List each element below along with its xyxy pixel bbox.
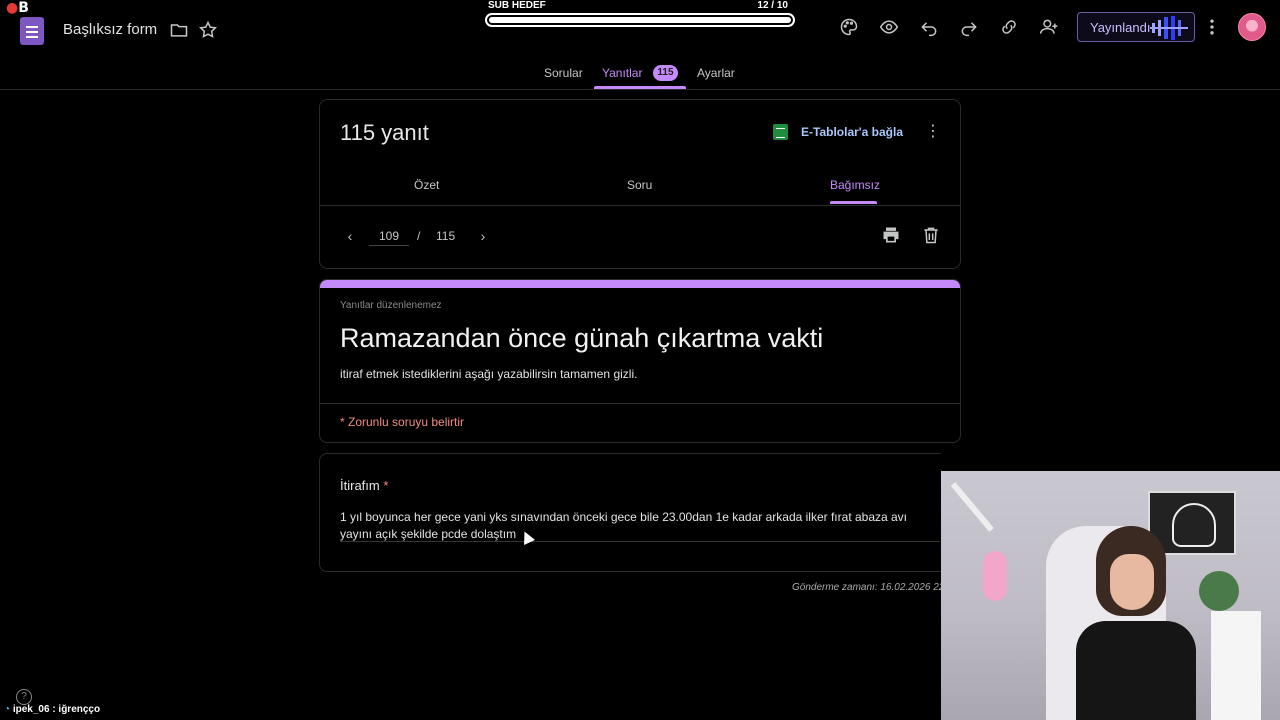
publish-label: Yayınlandı (1090, 20, 1151, 35)
form-description: itiraf etmek istediklerini aşağı yazabil… (340, 367, 638, 381)
help-icon[interactable]: ? (16, 689, 32, 705)
microphone (983, 551, 1007, 601)
sub-goal-widget: SUB HEDEF 12 / 10 (484, 0, 796, 30)
form-tabs: Sorular Yanıtlar 115 Ayarlar (0, 62, 1280, 90)
chat-username: ipek_06 (12, 704, 50, 715)
shelf (1211, 611, 1261, 720)
responses-count-title: 115 yanıt (340, 120, 429, 145)
chevron-right-icon[interactable]: › (473, 226, 493, 246)
chevron-left-icon[interactable]: ‹ (340, 226, 360, 246)
sub-goal-label: SUB HEDEF (488, 0, 546, 11)
forms-app-icon[interactable] (20, 17, 44, 45)
responses-summary-card: 115 yanıt E-Tablolar'a bağla ⋮ Özet Soru… (319, 99, 961, 269)
trash-icon[interactable] (919, 223, 943, 247)
link-to-sheets-button[interactable]: E-Tablolar'a bağla (801, 125, 903, 139)
stream-overlay-logo: ●B (6, 0, 29, 16)
pager-separator: / (417, 229, 421, 243)
sheets-icon[interactable] (773, 124, 788, 140)
webcam-overlay (941, 471, 1280, 720)
streamer (1056, 526, 1216, 720)
sub-goal-progress-bar (485, 13, 795, 27)
more-vert-icon[interactable] (1200, 15, 1224, 39)
form-header-card: Yanıtlar düzenlenemez Ramazandan önce gü… (319, 279, 961, 443)
subtab-individual[interactable]: Bağımsız (830, 178, 880, 192)
responses-not-editable-note: Yanıtlar düzenlenemez (340, 300, 442, 311)
link-icon[interactable] (997, 15, 1021, 39)
form-heading: Ramazandan önce günah çıkartma vakti (340, 323, 824, 353)
undo-icon[interactable] (917, 15, 941, 39)
chat-message: ◔ ipek_06 : iğrençço (4, 704, 100, 715)
mic-arm (950, 482, 994, 532)
active-subtab-indicator (830, 201, 877, 204)
required-question-note: * Zorunlu soruyu belirtir (340, 415, 465, 429)
sub-goal-count: 12 / 10 (757, 0, 788, 11)
add-person-icon[interactable] (1037, 15, 1061, 39)
submission-time: Gönderme zamanı: 16.02.2026 22: (792, 582, 948, 593)
form-title[interactable]: Başlıksız form (63, 21, 157, 38)
plant (1199, 571, 1239, 611)
divider (320, 403, 960, 404)
question-label: İtirafım * (340, 478, 389, 493)
active-tab-indicator (594, 86, 686, 89)
top-bar: ●B Başlıksız form SUB HEDEF 12 / 10 Yayı… (0, 0, 1280, 90)
response-total: 115 (436, 229, 456, 243)
required-star: * (383, 478, 389, 493)
tab-questions[interactable]: Sorular (544, 66, 583, 80)
eye-icon[interactable] (877, 15, 901, 39)
publish-button[interactable]: Yayınlandı (1077, 12, 1195, 42)
form-accent-bar (320, 280, 960, 288)
question-answer: 1 yıl boyunca her gece yani yks sınavınd… (340, 510, 908, 541)
subtab-summary[interactable]: Özet (414, 178, 439, 192)
tab-responses[interactable]: Yanıtlar (602, 66, 642, 80)
star-icon[interactable] (196, 18, 220, 42)
equalizer-icon (1150, 16, 1188, 40)
tab-settings[interactable]: Ayarlar (697, 66, 735, 80)
subtab-question[interactable]: Soru (627, 178, 652, 192)
response-index-input[interactable]: 109 (369, 226, 409, 246)
answer-underline (340, 541, 940, 542)
folder-icon[interactable] (167, 18, 191, 42)
chat-text: : iğrençço (52, 704, 101, 715)
question-card: İtirafım * 1 yıl boyunca her gece yani y… (319, 453, 941, 572)
palette-icon[interactable] (837, 15, 861, 39)
divider (320, 205, 960, 206)
redo-icon[interactable] (957, 15, 981, 39)
chat-user-icon: ◔ (4, 704, 11, 715)
print-icon[interactable] (879, 223, 903, 247)
avatar[interactable] (1238, 13, 1266, 41)
sub-goal-progress-fill (489, 17, 791, 23)
responses-count-badge: 115 (653, 65, 678, 81)
responses-more-icon[interactable]: ⋮ (923, 122, 943, 142)
